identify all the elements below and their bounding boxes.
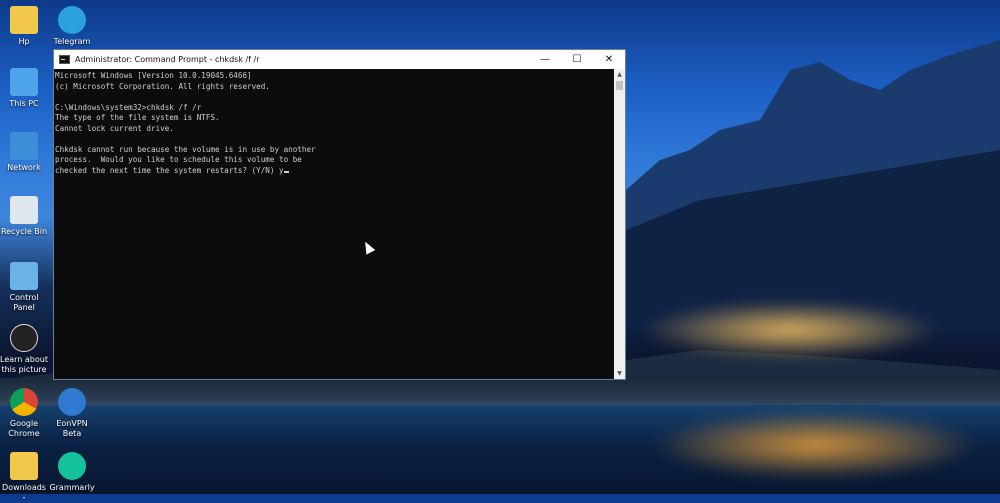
console-output[interactable]: Microsoft Windows [Version 10.0.19045.64…: [54, 69, 614, 379]
desktop-icon-recycle-bin[interactable]: Recycle Bin: [0, 196, 48, 237]
camera-icon: [10, 324, 38, 352]
chrome-icon: [10, 388, 38, 416]
desktop-icon-this-pc[interactable]: This PC: [0, 68, 48, 109]
telegram-icon: [58, 6, 86, 34]
command-prompt-window[interactable]: Administrator: Command Prompt - chkdsk /…: [53, 49, 626, 380]
console-line: process. Would you like to schedule this…: [55, 155, 302, 164]
console-line: The type of the file system is NTFS.: [55, 113, 220, 122]
scroll-down-arrow-icon[interactable]: ▼: [614, 368, 625, 379]
scroll-up-arrow-icon[interactable]: ▲: [614, 69, 625, 80]
scrollbar-thumb[interactable]: [616, 81, 623, 90]
close-button[interactable]: ✕: [593, 50, 625, 69]
vertical-scrollbar[interactable]: ▲ ▼: [614, 69, 625, 379]
console-line: Chkdsk cannot run because the volume is …: [55, 144, 316, 154]
desktop-icon-hp[interactable]: Hp: [0, 6, 48, 47]
console-line: C:\Windows\system32>chkdsk /f /r: [55, 102, 202, 112]
desktop-icon-telegram[interactable]: Telegram: [48, 6, 96, 47]
download-folder-icon: [10, 452, 38, 480]
console-line: (c) Microsoft Corporation. All rights re…: [55, 81, 270, 91]
control-panel-icon: [10, 262, 38, 290]
console-input-line: checked the next time the system restart…: [55, 166, 614, 177]
desktop-icon-learn-about-picture[interactable]: Learn about this picture: [0, 324, 48, 375]
computer-icon: [10, 68, 38, 96]
desktop-icon-control-panel[interactable]: Control Panel: [0, 262, 48, 313]
desktop-icon-network[interactable]: Network: [0, 132, 48, 173]
grammarly-icon: [58, 452, 86, 480]
network-icon: [10, 132, 38, 160]
console-line: ​: [55, 134, 614, 145]
desktop-icon-grammarly[interactable]: Grammarly: [48, 452, 96, 493]
vpn-globe-icon: [58, 388, 86, 416]
folder-icon: [10, 6, 38, 34]
maximize-button[interactable]: ☐: [561, 50, 593, 69]
cmd-icon: [59, 55, 70, 64]
desktop-icon-google-chrome[interactable]: Google Chrome: [0, 388, 48, 439]
window-title: Administrator: Command Prompt - chkdsk /…: [75, 55, 260, 64]
console-line: ​: [55, 92, 614, 103]
desktop-icon-eonvpn[interactable]: EonVPN Beta: [48, 388, 96, 439]
console-prompt-text: checked the next time the system restart…: [55, 165, 284, 175]
text-cursor: [283, 171, 289, 173]
recycle-bin-icon: [10, 196, 38, 224]
console-line: Cannot lock current drive.: [55, 123, 174, 133]
minimize-button[interactable]: —: [529, 50, 561, 69]
desktop-icon-downloads[interactable]: Downloads -: [0, 452, 48, 503]
console-line: Microsoft Windows [Version 10.0.19045.64…: [55, 71, 252, 80]
window-titlebar[interactable]: Administrator: Command Prompt - chkdsk /…: [54, 50, 625, 69]
